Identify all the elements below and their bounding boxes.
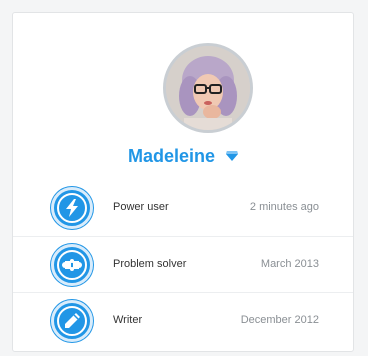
achievement-badge — [51, 244, 93, 286]
achievement-title: Writer — [113, 314, 143, 326]
achievement-title: Problem solver — [113, 258, 187, 270]
pencil-icon — [65, 313, 80, 328]
achievement-badge — [51, 187, 93, 229]
achievement-list: Power user 2 minutes ago Problem solver … — [13, 180, 353, 348]
lightning-bolt-icon — [66, 199, 78, 217]
list-item[interactable]: Power user 2 minutes ago — [13, 180, 353, 236]
profile-name-text: Madeleine — [127, 145, 215, 166]
achievement-title: Power user — [113, 201, 169, 213]
avatar-photo — [166, 46, 250, 130]
achievement-time: 2 minutes ago — [249, 201, 319, 213]
profile-name: Madeleine — [13, 145, 353, 167]
achievement-time: December 2012 — [240, 314, 319, 326]
puzzle-piece-icon — [62, 258, 82, 272]
profile-card: Madeleine Power user 2 minutes ago Probl… — [12, 12, 354, 352]
achievement-time: March 2013 — [260, 258, 319, 270]
list-item[interactable]: Problem solver March 2013 — [13, 236, 353, 292]
achievement-badge — [51, 300, 93, 342]
list-item[interactable]: Writer December 2012 — [13, 292, 353, 348]
diamond-icon — [226, 151, 239, 162]
avatar[interactable] — [163, 43, 253, 133]
